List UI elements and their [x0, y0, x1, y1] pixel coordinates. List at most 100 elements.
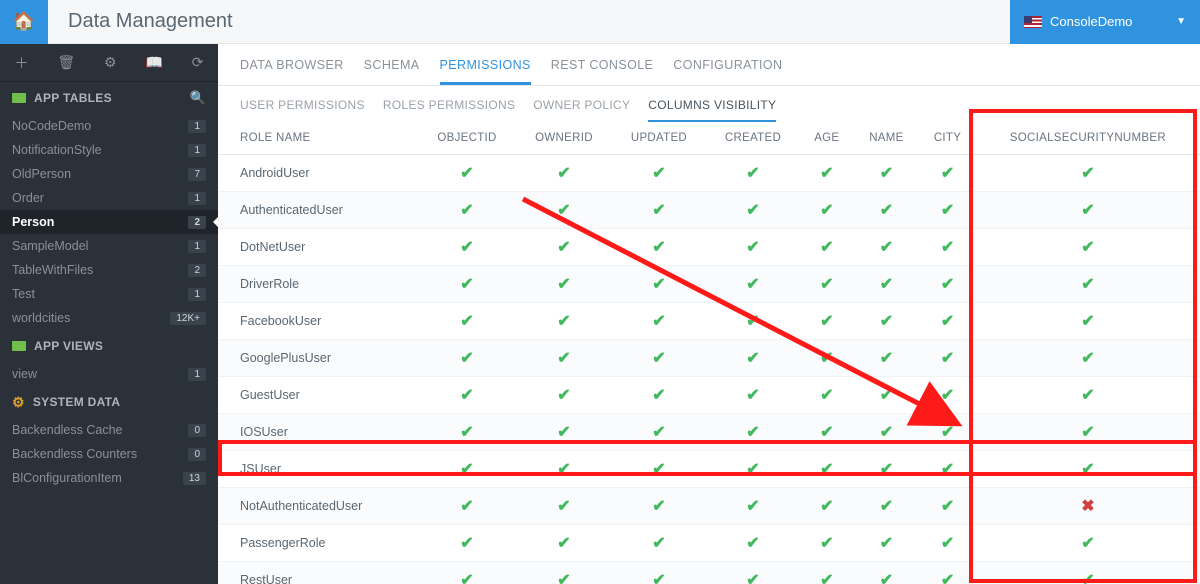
permission-cell[interactable]: ✔	[516, 525, 612, 562]
permission-cell[interactable]: ✔	[516, 192, 612, 229]
permission-cell[interactable]: ✔	[854, 377, 920, 414]
permission-cell[interactable]: ✔	[854, 229, 920, 266]
permission-cell[interactable]: ✔	[919, 303, 976, 340]
tab-data-browser[interactable]: DATA BROWSER	[240, 58, 344, 85]
permission-cell[interactable]: ✔	[418, 266, 516, 303]
permission-cell[interactable]: ✔	[612, 192, 706, 229]
permission-cell[interactable]: ✔	[612, 377, 706, 414]
permission-cell[interactable]: ✔	[706, 155, 800, 192]
permission-cell[interactable]: ✔	[418, 414, 516, 451]
permission-cell[interactable]: ✔	[800, 414, 854, 451]
permission-cell[interactable]: ✔	[612, 229, 706, 266]
sidebar-item-table[interactable]: NoCodeDemo1	[0, 114, 218, 138]
permission-cell[interactable]: ✔	[516, 229, 612, 266]
permission-cell[interactable]: ✔	[706, 303, 800, 340]
permission-cell[interactable]: ✔	[919, 192, 976, 229]
permission-cell[interactable]: ✔	[612, 414, 706, 451]
permission-cell[interactable]: ✔	[919, 562, 976, 584]
book-icon[interactable]: 📖	[145, 54, 162, 71]
permission-cell[interactable]: ✔	[706, 451, 800, 488]
column-header[interactable]: ROLE NAME	[218, 122, 418, 155]
permission-cell[interactable]: ✔	[854, 562, 920, 584]
sidebar-item-table[interactable]: NotificationStyle1	[0, 138, 218, 162]
permission-cell[interactable]: ✔	[516, 340, 612, 377]
permission-cell[interactable]: ✔	[612, 266, 706, 303]
permission-cell[interactable]: ✔	[706, 525, 800, 562]
permission-cell[interactable]: ✔	[800, 451, 854, 488]
permission-cell[interactable]: ✔	[516, 266, 612, 303]
permission-cell[interactable]: ✔	[706, 229, 800, 266]
sidebar-item-table[interactable]: Person2	[0, 210, 218, 234]
permission-cell[interactable]: ✔	[612, 340, 706, 377]
column-header[interactable]: OBJECTID	[418, 122, 516, 155]
permission-cell[interactable]: ✔	[418, 155, 516, 192]
section-app-tables[interactable]: APP TABLES 🔍	[0, 82, 218, 114]
permission-cell[interactable]: ✔	[800, 562, 854, 584]
permission-cell[interactable]: ✔	[516, 155, 612, 192]
sidebar-item-system[interactable]: Backendless Cache0	[0, 418, 218, 442]
permission-cell[interactable]: ✔	[418, 525, 516, 562]
sidebar-item-table[interactable]: Test1	[0, 282, 218, 306]
tab-rest-console[interactable]: REST CONSOLE	[551, 58, 654, 85]
permission-cell[interactable]: ✔	[919, 414, 976, 451]
tab-schema[interactable]: SCHEMA	[364, 58, 420, 85]
permission-cell[interactable]: ✔	[854, 488, 920, 525]
permission-cell[interactable]: ✔	[976, 340, 1200, 377]
permission-cell[interactable]: ✔	[612, 562, 706, 584]
permission-cell[interactable]: ✔	[800, 377, 854, 414]
permission-cell[interactable]: ✔	[706, 377, 800, 414]
permission-cell[interactable]: ✔	[612, 488, 706, 525]
table-scroll[interactable]: ROLE NAMEOBJECTIDOWNERIDUPDATEDCREATEDAG…	[218, 122, 1200, 584]
column-header[interactable]: CITY	[919, 122, 976, 155]
permission-cell[interactable]: ✔	[976, 451, 1200, 488]
permission-cell[interactable]: ✔	[612, 303, 706, 340]
search-icon[interactable]: 🔍	[190, 90, 207, 106]
permission-cell[interactable]: ✔	[854, 414, 920, 451]
permission-cell[interactable]: ✔	[612, 525, 706, 562]
account-dropdown[interactable]: ConsoleDemo ▼	[1010, 0, 1200, 44]
permission-cell[interactable]: ✔	[854, 451, 920, 488]
column-header[interactable]: SOCIALSECURITYNUMBER	[976, 122, 1200, 155]
sidebar-item-table[interactable]: TableWithFiles2	[0, 258, 218, 282]
permission-cell[interactable]: ✔	[418, 340, 516, 377]
permission-cell[interactable]: ✔	[854, 155, 920, 192]
permission-cell[interactable]: ✔	[854, 525, 920, 562]
permission-cell[interactable]: ✔	[418, 303, 516, 340]
permission-cell[interactable]: ✔	[418, 192, 516, 229]
permission-cell[interactable]: ✔	[976, 155, 1200, 192]
permission-cell[interactable]: ✔	[800, 266, 854, 303]
permission-cell[interactable]: ✔	[706, 192, 800, 229]
permission-cell[interactable]: ✔	[706, 266, 800, 303]
sidebar-item-table[interactable]: OldPerson7	[0, 162, 218, 186]
column-header[interactable]: UPDATED	[612, 122, 706, 155]
column-header[interactable]: OWNERID	[516, 122, 612, 155]
permission-cell[interactable]: ✔	[854, 192, 920, 229]
permission-cell[interactable]: ✔	[919, 488, 976, 525]
permission-cell[interactable]: ✔	[800, 340, 854, 377]
section-app-views[interactable]: APP VIEWS	[0, 330, 218, 362]
section-system-data[interactable]: SYSTEM DATA	[0, 386, 218, 418]
home-button[interactable]: 🏠	[0, 0, 48, 44]
sidebar-item-system[interactable]: BlConfigurationItem13	[0, 466, 218, 490]
subtab-owner-policy[interactable]: OWNER POLICY	[533, 98, 630, 122]
permission-cell[interactable]: ✔	[800, 303, 854, 340]
permission-cell[interactable]: ✔	[418, 377, 516, 414]
column-header[interactable]: NAME	[854, 122, 920, 155]
permission-cell[interactable]: ✔	[976, 266, 1200, 303]
permission-cell[interactable]: ✔	[800, 488, 854, 525]
permission-cell[interactable]: ✔	[919, 155, 976, 192]
sidebar-item-table[interactable]: Order1	[0, 186, 218, 210]
permission-cell[interactable]: ✔	[418, 451, 516, 488]
permission-cell[interactable]: ✔	[612, 451, 706, 488]
permission-cell[interactable]: ✔	[919, 525, 976, 562]
permission-cell[interactable]: ✔	[919, 377, 976, 414]
permission-cell[interactable]: ✔	[418, 562, 516, 584]
permission-cell[interactable]: ✔	[516, 377, 612, 414]
permission-cell[interactable]: ✔	[976, 562, 1200, 584]
permission-cell[interactable]: ✔	[919, 229, 976, 266]
permission-cell[interactable]: ✔	[976, 414, 1200, 451]
permission-cell[interactable]: ✔	[706, 414, 800, 451]
permission-cell[interactable]: ✔	[919, 340, 976, 377]
permission-cell[interactable]: ✔	[976, 377, 1200, 414]
permission-cell[interactable]: ✔	[516, 451, 612, 488]
